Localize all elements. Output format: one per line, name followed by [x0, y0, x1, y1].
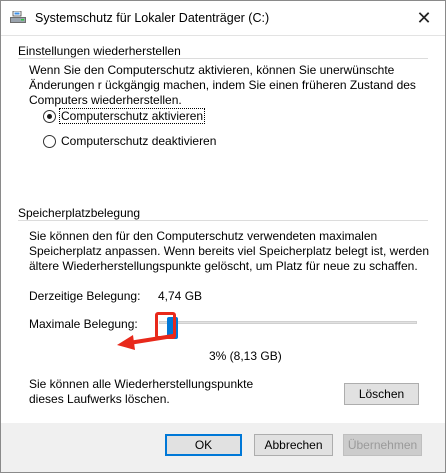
max-usage-label: Maximale Belegung:	[29, 317, 138, 331]
red-arrow-annotation	[117, 334, 175, 350]
radio-indicator-disable[interactable]	[43, 134, 56, 148]
dialog-content: Einstellungen wiederherstellen Wenn Sie …	[1, 35, 445, 423]
restore-description: Wenn Sie den Computerschutz aktivieren, …	[29, 63, 416, 107]
delete-button[interactable]: Löschen	[344, 383, 419, 405]
window-title: Systemschutz für Lokaler Datenträger (C:…	[35, 11, 270, 25]
storage-divider	[18, 220, 428, 221]
radio-label-enable: Computerschutz aktivieren	[58, 108, 206, 124]
cancel-button[interactable]: Abbrechen	[254, 434, 333, 456]
drive-protect-icon	[10, 11, 26, 23]
current-usage-value: 4,74 GB	[158, 289, 203, 303]
radio-label-disable: Computerschutz deaktivieren	[61, 134, 217, 148]
close-button[interactable]: ✕	[409, 5, 439, 31]
radio-indicator-enable[interactable]	[43, 109, 56, 123]
ok-button[interactable]: OK	[165, 434, 242, 456]
storage-description: Sie können den für den Computerschutz ve…	[29, 229, 430, 273]
delete-description: Sie können alle Wiederherstellungspunkte…	[29, 377, 254, 406]
radio-disable-protection[interactable]: Computerschutz deaktivieren	[43, 134, 217, 148]
restore-divider	[18, 58, 428, 59]
max-usage-slider-track[interactable]	[159, 321, 417, 324]
system-protection-dialog: Systemschutz für Lokaler Datenträger (C:…	[0, 0, 446, 473]
current-usage-label: Derzeitige Belegung:	[29, 289, 141, 303]
radio-enable-protection[interactable]: Computerschutz aktivieren	[43, 108, 206, 124]
max-usage-value: 3% (8,13 GB)	[209, 349, 282, 363]
storage-heading: Speicherplatzbelegung	[18, 206, 141, 220]
close-icon: ✕	[416, 7, 432, 28]
restore-settings-heading: Einstellungen wiederherstellen	[18, 44, 181, 58]
title-bar: Systemschutz für Lokaler Datenträger (C:…	[1, 1, 445, 35]
apply-button: Übernehmen	[343, 434, 422, 456]
